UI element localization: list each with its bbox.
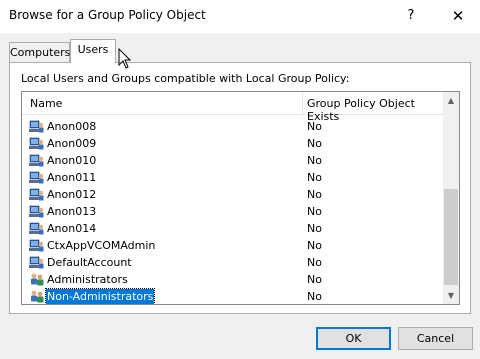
- help-button[interactable]: ?: [396, 2, 426, 30]
- list-item-gpo-exists: No: [307, 120, 322, 133]
- list-item-gpo-exists: No: [307, 137, 322, 150]
- list-item-gpo-exists: No: [307, 154, 322, 167]
- user-icon: [29, 119, 45, 134]
- column-divider[interactable]: [302, 92, 303, 115]
- user-icon: [29, 238, 45, 253]
- list-item-gpo-exists: No: [307, 205, 322, 218]
- users-groups-list[interactable]: Name Group Policy Object Exists Anon008 N…: [21, 91, 460, 305]
- list-item[interactable]: Anon010 No: [22, 152, 443, 169]
- list-item-name: Non-Administrators: [44, 288, 156, 304]
- cancel-button[interactable]: Cancel: [398, 327, 473, 350]
- column-header-name[interactable]: Name: [30, 97, 62, 110]
- list-item[interactable]: DefaultAccount No: [22, 254, 443, 271]
- list-item-gpo-exists: No: [307, 256, 322, 269]
- user-icon: [29, 255, 45, 270]
- list-item-gpo-exists: No: [307, 290, 322, 303]
- user-icon: [29, 136, 45, 151]
- list-item-name: Anon009: [47, 137, 97, 150]
- scroll-down-arrow-icon[interactable]: ▼: [443, 287, 459, 304]
- list-item-name: Anon008: [47, 120, 97, 133]
- list-item[interactable]: CtxAppVCOMAdmin No: [22, 237, 443, 254]
- list-item-name: Administrators: [47, 273, 128, 286]
- list-item[interactable]: Anon009 No: [22, 135, 443, 152]
- list-caption: Local Users and Groups compatible with L…: [21, 72, 350, 85]
- user-icon: [29, 221, 45, 236]
- vertical-scrollbar[interactable]: ▲ ▼: [443, 92, 459, 304]
- list-item-name: Anon013: [47, 205, 97, 218]
- list-item[interactable]: Anon011 No: [22, 169, 443, 186]
- window-title: Browse for a Group Policy Object: [9, 8, 206, 22]
- list-item[interactable]: Anon013 No: [22, 203, 443, 220]
- list-header: Name Group Policy Object Exists: [22, 92, 443, 123]
- user-icon: [29, 170, 45, 185]
- list-item-gpo-exists: No: [307, 222, 322, 235]
- list-item-name: Anon011: [47, 171, 97, 184]
- list-rows: Anon008 No Anon009 No Anon010 No Anon011 No Anon…: [22, 118, 443, 304]
- scroll-thumb[interactable]: [444, 189, 458, 285]
- mouse-cursor-icon: [118, 48, 132, 69]
- list-item-name: CtxAppVCOMAdmin: [47, 239, 156, 252]
- close-button[interactable]: ✕: [440, 2, 476, 30]
- group-icon: [29, 272, 45, 287]
- user-icon: [29, 204, 45, 219]
- list-item-gpo-exists: No: [307, 171, 322, 184]
- group-icon: [29, 289, 45, 304]
- list-item-gpo-exists: No: [307, 239, 322, 252]
- ok-button[interactable]: OK: [316, 327, 391, 350]
- tab-users[interactable]: Users: [70, 39, 116, 63]
- list-item[interactable]: Administrators No: [22, 271, 443, 288]
- list-item[interactable]: Non-Administrators No: [22, 288, 443, 304]
- tab-computers[interactable]: Computers: [9, 42, 70, 63]
- user-icon: [29, 153, 45, 168]
- list-item[interactable]: Anon008 No: [22, 118, 443, 135]
- list-item-name: Anon010: [47, 154, 97, 167]
- list-item-name: DefaultAccount: [47, 256, 132, 269]
- user-icon: [29, 187, 45, 202]
- list-item-gpo-exists: No: [307, 273, 322, 286]
- list-item-gpo-exists: No: [307, 188, 322, 201]
- title-bar: Browse for a Group Policy Object ? ✕: [0, 0, 480, 33]
- list-item[interactable]: Anon014 No: [22, 220, 443, 237]
- list-item[interactable]: Anon012 No: [22, 186, 443, 203]
- scroll-up-arrow-icon[interactable]: ▲: [443, 92, 459, 109]
- list-item-name: Anon012: [47, 188, 97, 201]
- list-item-name: Anon014: [47, 222, 97, 235]
